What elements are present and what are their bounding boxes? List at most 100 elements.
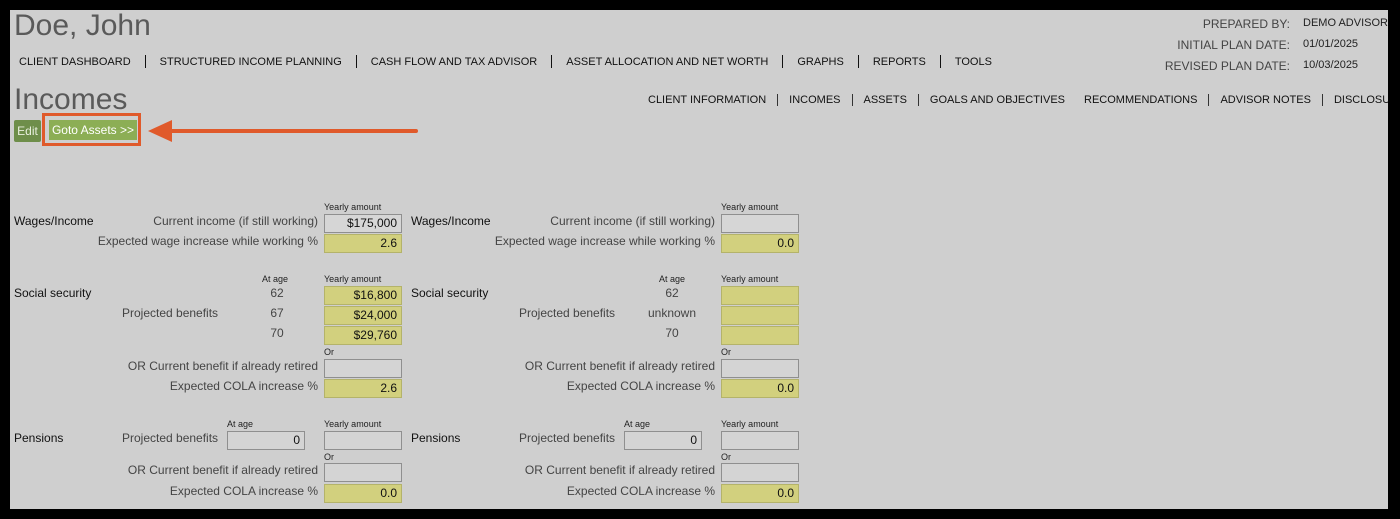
social-security-section-title: Social security (411, 286, 489, 300)
wages-section-title: Wages/Income (411, 214, 491, 228)
nav-client-dashboard[interactable]: CLIENT DASHBOARD (19, 56, 131, 68)
nav-cash-flow-tax-advisor[interactable]: CASH FLOW AND TAX ADVISOR (371, 56, 537, 68)
or-caption: Or (324, 452, 334, 462)
prepared-by-value: DEMO ADVISOR (1303, 17, 1388, 29)
ss-age-67: 67 (270, 306, 284, 320)
initial-plan-date-label: INITIAL PLAN DATE: (1177, 38, 1290, 52)
ss-cola-field[interactable]: 0.0 (721, 379, 799, 398)
ss-retired-benefit-field[interactable] (721, 359, 799, 378)
pension-projected-label: Projected benefits (519, 431, 616, 445)
subnav-recommendations[interactable]: RECOMMENDATIONS (1084, 94, 1197, 106)
subnav-assets[interactable]: ASSETS (864, 94, 907, 106)
client-name: Doe, John (14, 10, 151, 42)
ss-benefit-62-field[interactable] (721, 286, 799, 305)
main-nav: CLIENT DASHBOARD STRUCTURED INCOME PLANN… (19, 55, 992, 68)
current-income-field[interactable]: $175,000 (324, 214, 402, 233)
projected-benefits-label: Projected benefits (122, 306, 219, 320)
subnav-separator (851, 94, 853, 106)
ss-retired-benefit-label: OR Current benefit if already retired (524, 359, 715, 373)
plan-info-labels: PREPARED BY: INITIAL PLAN DATE: REVISED … (1160, 17, 1290, 77)
nav-separator (782, 55, 784, 68)
at-age-caption: At age (227, 419, 254, 429)
pension-cola-field[interactable]: 0.0 (324, 484, 402, 503)
yearly-amount-caption: Yearly amount (324, 419, 382, 429)
at-age-caption: At age (262, 274, 289, 284)
yearly-amount-caption: Yearly amount (324, 274, 382, 284)
pension-retired-field[interactable] (721, 463, 799, 482)
annotation-arrow-icon (148, 120, 418, 142)
yearly-amount-caption: Yearly amount (324, 202, 382, 212)
current-income-field[interactable] (721, 214, 799, 233)
page-title: Incomes (14, 83, 128, 116)
revised-plan-date-value: 10/03/2025 (1303, 59, 1359, 71)
pension-retired-field[interactable] (324, 463, 402, 482)
nav-separator (355, 55, 357, 68)
subnav-separator (1321, 94, 1323, 106)
at-age-caption: At age (624, 419, 651, 429)
pension-age-field[interactable]: 0 (624, 431, 702, 450)
ss-retired-benefit-label: OR Current benefit if already retired (127, 359, 318, 373)
wage-increase-label: Expected wage increase while working % (494, 234, 715, 248)
or-caption: Or (324, 347, 334, 357)
nav-structured-income-planning[interactable]: STRUCTURED INCOME PLANNING (160, 56, 342, 68)
ss-cola-field[interactable]: 2.6 (324, 379, 402, 398)
current-income-label: Current income (if still working) (153, 214, 318, 228)
subnav-advisor-notes[interactable]: ADVISOR NOTES (1220, 94, 1310, 106)
app-frame: Doe, John PREPARED BY: INITIAL PLAN DATE… (10, 10, 1388, 509)
ss-age-70: 70 (270, 326, 284, 340)
wage-increase-field[interactable]: 2.6 (324, 234, 402, 253)
subnav-incomes[interactable]: INCOMES (789, 94, 840, 106)
subnav-disclosure[interactable]: DISCLOSURE (1334, 94, 1388, 106)
nav-separator (857, 55, 859, 68)
yearly-amount-caption: Yearly amount (721, 419, 779, 429)
ss-benefit-70-field[interactable] (721, 326, 799, 345)
ss-benefit-67-field[interactable]: $24,000 (324, 306, 402, 325)
pension-age-field[interactable]: 0 (227, 431, 305, 450)
ss-age-62: 62 (665, 286, 679, 300)
pension-yearly-field[interactable] (324, 431, 402, 450)
ss-age-70: 70 (665, 326, 679, 340)
nav-separator (144, 55, 146, 68)
projected-benefits-label: Projected benefits (519, 306, 616, 320)
ss-cola-label: Expected COLA increase % (169, 379, 318, 393)
sub-nav: CLIENT INFORMATION INCOMES ASSETS GOALS … (648, 94, 1065, 106)
ss-benefit-70-field[interactable]: $29,760 (324, 326, 402, 345)
social-security-section-title: Social security (14, 286, 92, 300)
pension-cola-label: Expected COLA increase % (566, 484, 715, 498)
current-income-label: Current income (if still working) (550, 214, 715, 228)
pension-retired-label: OR Current benefit if already retired (524, 463, 715, 477)
wages-section-title: Wages/Income (14, 214, 94, 228)
nav-tools[interactable]: TOOLS (955, 56, 992, 68)
ss-benefit-62-field[interactable]: $16,800 (324, 286, 402, 305)
subnav-goals-objectives[interactable]: GOALS AND OBJECTIVES (930, 94, 1065, 106)
subnav-separator (1208, 94, 1210, 106)
or-caption: Or (721, 452, 731, 462)
ss-retired-benefit-field[interactable] (324, 359, 402, 378)
yearly-amount-caption: Yearly amount (721, 274, 779, 284)
nav-reports[interactable]: REPORTS (873, 56, 926, 68)
yearly-amount-caption: Yearly amount (721, 202, 779, 212)
sub-nav-right: RECOMMENDATIONS ADVISOR NOTES DISCLOSURE (1084, 94, 1388, 106)
ss-benefit-67-field[interactable] (721, 306, 799, 325)
wage-increase-field[interactable]: 0.0 (721, 234, 799, 253)
pensions-section-title: Pensions (14, 431, 64, 445)
pensions-section-title: Pensions (411, 431, 461, 445)
or-caption: Or (721, 347, 731, 357)
ss-age-unknown: unknown (647, 306, 697, 320)
pension-cola-field[interactable]: 0.0 (721, 484, 799, 503)
nav-graphs[interactable]: GRAPHS (797, 56, 843, 68)
subnav-separator (777, 94, 779, 106)
goto-assets-button[interactable]: Goto Assets >> (49, 120, 137, 140)
prepared-by-label: PREPARED BY: (1202, 17, 1290, 31)
pension-yearly-field[interactable] (721, 431, 799, 450)
subnav-client-information[interactable]: CLIENT INFORMATION (648, 94, 766, 106)
ss-age-62: 62 (270, 286, 284, 300)
subnav-separator (917, 94, 919, 106)
at-age-caption: At age (659, 274, 686, 284)
pension-retired-label: OR Current benefit if already retired (127, 463, 318, 477)
edit-button[interactable]: Edit (14, 120, 41, 142)
nav-separator (939, 55, 941, 68)
ss-cola-label: Expected COLA increase % (566, 379, 715, 393)
revised-plan-date-label: REVISED PLAN DATE: (1164, 59, 1290, 73)
nav-asset-allocation-net-worth[interactable]: ASSET ALLOCATION AND NET WORTH (566, 56, 768, 68)
